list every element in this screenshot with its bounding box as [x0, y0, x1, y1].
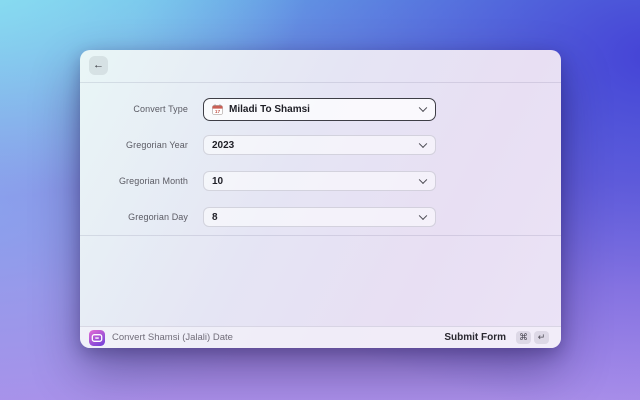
gregorian-year-value: 2023: [212, 139, 235, 151]
convert-type-value: Miladi To Shamsi: [229, 103, 310, 115]
gregorian-month-label: Gregorian Month: [118, 176, 188, 186]
gregorian-year-label: Gregorian Year: [126, 140, 188, 150]
chevron-down-icon: [418, 139, 428, 149]
window-header: ←: [80, 50, 561, 83]
action-bar: Convert Shamsi (Jalali) Date Submit Form…: [80, 326, 561, 348]
back-arrow-icon: ←: [93, 59, 104, 71]
chevron-down-icon: [418, 103, 428, 113]
command-key-badge: ⌘: [516, 331, 531, 344]
form-row-convert-type: Convert Type 17 Miladi To Shamsi: [80, 91, 561, 127]
command-name: Convert Shamsi (Jalali) Date: [112, 332, 233, 343]
return-key-badge: ↵: [534, 331, 549, 344]
form-section: Convert Type 17 Miladi To Shamsi Gregori…: [80, 83, 561, 236]
svg-text:17: 17: [215, 109, 221, 115]
convert-type-label: Convert Type: [133, 104, 188, 114]
form-row-gregorian-day: Gregorian Day 8: [80, 199, 561, 235]
back-button[interactable]: ←: [89, 56, 108, 75]
submit-form-button[interactable]: Submit Form: [444, 332, 506, 343]
extension-logo-icon: [89, 329, 105, 346]
gregorian-month-value: 10: [212, 175, 224, 187]
desktop-background: ← Convert Type 17 Miladi To Shamsi Grego…: [0, 0, 640, 400]
gregorian-year-select[interactable]: 2023: [203, 135, 436, 155]
form-row-gregorian-month: Gregorian Month 10: [80, 163, 561, 199]
gregorian-day-value: 8: [212, 211, 218, 223]
chevron-down-icon: [418, 175, 428, 185]
gregorian-month-select[interactable]: 10: [203, 171, 436, 191]
gregorian-day-label: Gregorian Day: [128, 212, 188, 222]
gregorian-day-select[interactable]: 8: [203, 207, 436, 227]
raycast-form-window: ← Convert Type 17 Miladi To Shamsi Grego…: [80, 50, 561, 348]
convert-type-select[interactable]: 17 Miladi To Shamsi: [203, 97, 436, 121]
chevron-down-icon: [418, 211, 428, 221]
form-row-gregorian-year: Gregorian Year 2023: [80, 127, 561, 163]
empty-content-area: [80, 236, 561, 326]
calendar-icon: 17: [212, 103, 223, 115]
